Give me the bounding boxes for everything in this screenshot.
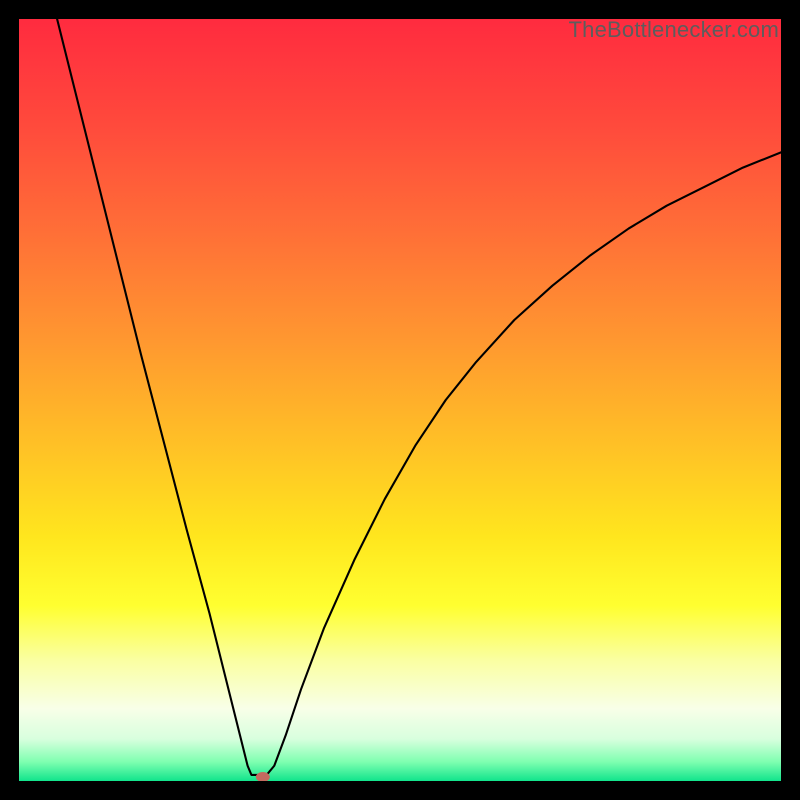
chart-background (19, 19, 781, 781)
bottleneck-chart (19, 19, 781, 781)
watermark-text: TheBottlenecker.com (569, 17, 779, 43)
chart-frame: TheBottlenecker.com (19, 19, 781, 781)
